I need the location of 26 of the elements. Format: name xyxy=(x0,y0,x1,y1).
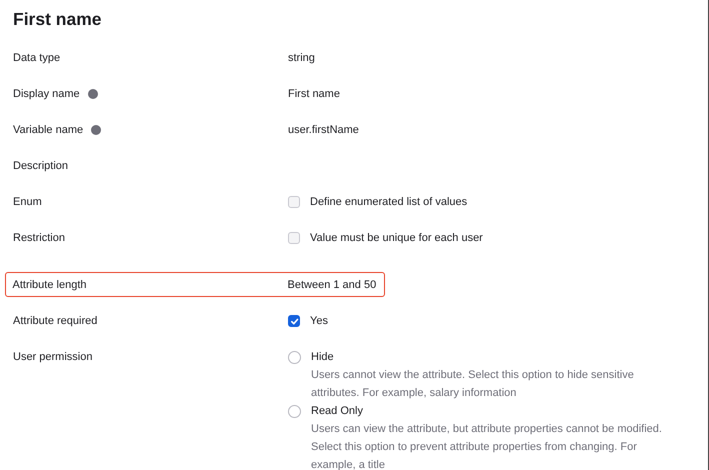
checkbox-label: Value must be unique for each user xyxy=(310,231,483,246)
option-description: Users can view the attribute, but attribute properties cannot be modified. Select this option to prevent attribute properties from changing. For example, a title xyxy=(310,422,663,470)
field-label: Variable name xyxy=(13,123,84,138)
help-icon[interactable] xyxy=(91,125,102,135)
field-label: Attribute required xyxy=(13,314,98,329)
field-label: Data type xyxy=(13,51,60,66)
radio-label: Hide xyxy=(311,350,334,365)
field-label: Restriction xyxy=(13,231,65,246)
help-icon[interactable] xyxy=(88,89,98,99)
checkbox[interactable] xyxy=(288,315,300,327)
field-label: User permission xyxy=(13,350,92,365)
radio-button[interactable] xyxy=(288,350,301,364)
checkbox-label: Define enumerated list of values xyxy=(310,195,468,210)
option-description: Users cannot view the attribute. Select this option to hide sensitive attributes. For example, salary information xyxy=(310,368,635,401)
radio-label: Read Only xyxy=(311,404,363,419)
checkbox-label: Yes xyxy=(310,314,328,329)
field-value: Between 1 and 50 xyxy=(288,278,376,290)
field-value: user.firstName xyxy=(288,124,359,136)
field-label: Display name xyxy=(13,87,80,102)
field-value: string xyxy=(288,52,315,64)
field-label: Enum xyxy=(13,195,42,210)
radio-button[interactable] xyxy=(288,404,301,418)
field-value: First name xyxy=(288,88,340,100)
field-label: Description xyxy=(13,159,68,174)
page-title: First name xyxy=(12,8,102,31)
field-label: Attribute length xyxy=(12,278,86,292)
